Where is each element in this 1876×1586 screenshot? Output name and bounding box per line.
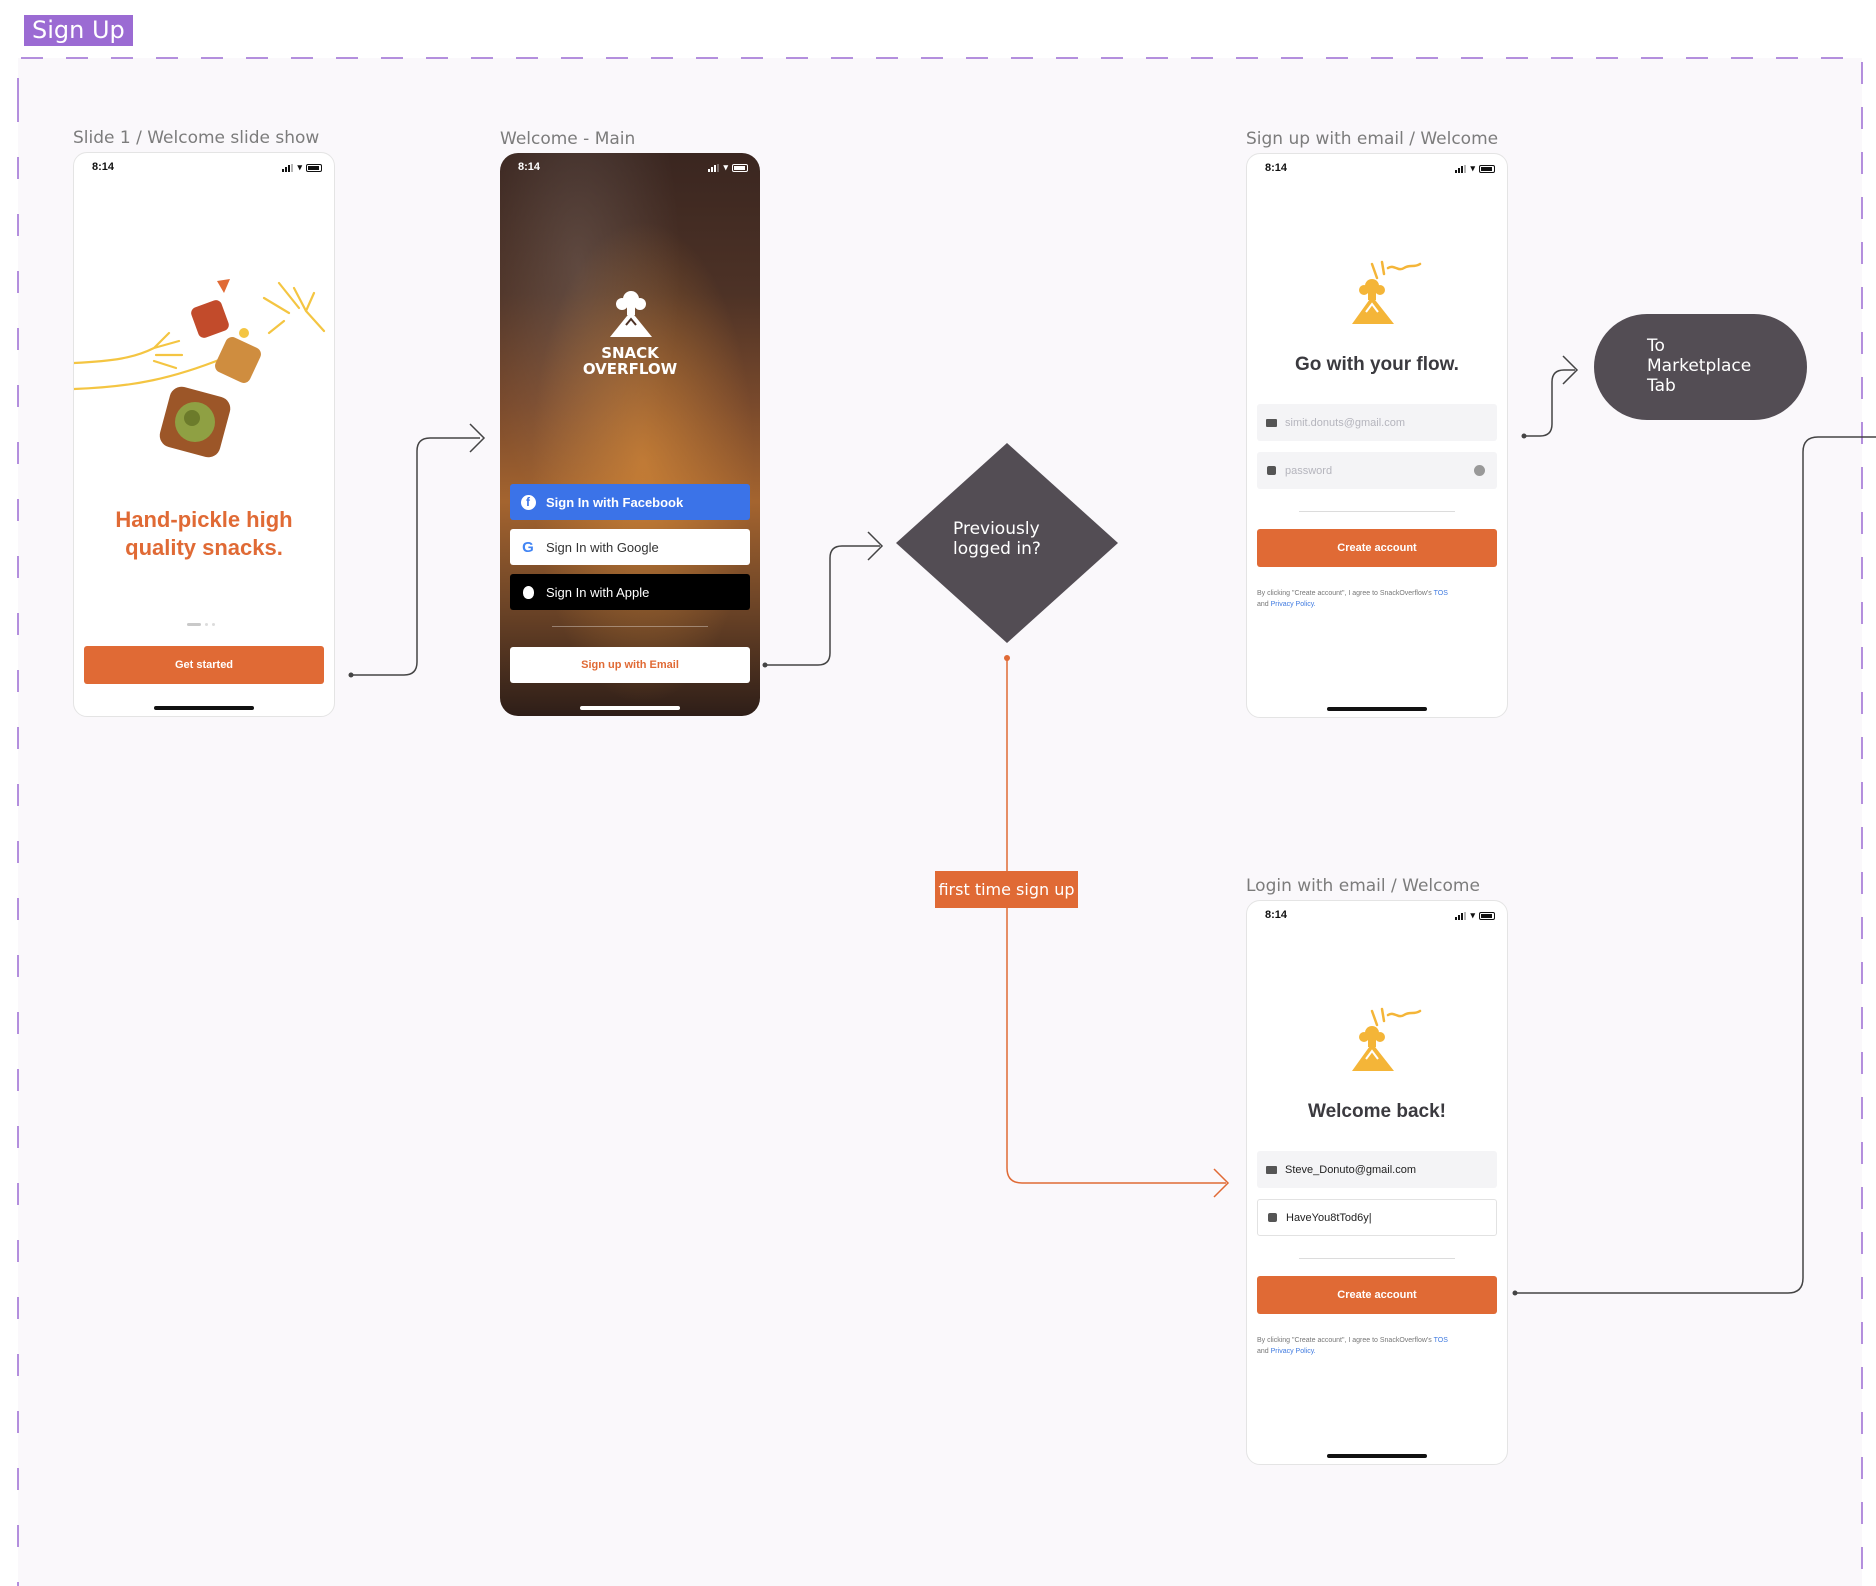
wifi-icon: ▾ xyxy=(1470,163,1475,173)
email-value: Steve_Donuto@gmail.com xyxy=(1285,1163,1417,1176)
signal-icon xyxy=(282,163,294,172)
password-placeholder: password xyxy=(1285,464,1333,477)
slide1-headline-line1: Hand-pickle high xyxy=(115,507,293,532)
google-signin-label: Sign In with Google xyxy=(546,539,659,555)
legal-and: and xyxy=(1257,601,1269,608)
password-field[interactable]: HaveYou8tTod6y| xyxy=(1257,1199,1497,1236)
decision-line1: Previously xyxy=(953,519,1040,539)
separator xyxy=(1299,511,1455,512)
home-indicator xyxy=(1327,1454,1427,1458)
status-time: 8:14 xyxy=(518,161,541,173)
facebook-signin-label: Sign In with Facebook xyxy=(546,494,684,510)
show-password-icon[interactable] xyxy=(1474,465,1485,476)
terminal-line2: Marketplace xyxy=(1647,356,1752,376)
signup-title: Go with your flow. xyxy=(1295,354,1459,375)
terminal-text: To Marketplace Tab xyxy=(1647,336,1751,396)
mail-icon xyxy=(1265,418,1277,427)
status-time: 8:14 xyxy=(92,161,115,173)
status-bar: 8:14 ▾ xyxy=(1247,154,1507,182)
terminal-line3: Tab xyxy=(1647,376,1676,396)
phone-login-email: 8:14 ▾ Welcome back! Steve_Donuto@gmail.… xyxy=(1246,900,1508,1465)
legal-text: By clicking "Create account", I agree to… xyxy=(1257,1335,1497,1357)
page-dot xyxy=(205,623,208,626)
brand-line1: SNACK xyxy=(601,344,659,362)
signal-icon xyxy=(708,163,720,172)
email-field[interactable]: simit.donuts@gmail.com xyxy=(1257,404,1497,441)
email-field[interactable]: Steve_Donuto@gmail.com xyxy=(1257,1151,1497,1188)
separator xyxy=(552,626,708,627)
email-placeholder: simit.donuts@gmail.com xyxy=(1285,416,1405,429)
terminal-line1: To xyxy=(1647,336,1665,356)
phone-slide1: 8:14 ▾ Hand-pickle high quality snacks. … xyxy=(73,152,335,717)
wifi-icon: ▾ xyxy=(297,162,302,172)
page-dot-active xyxy=(187,623,201,626)
volcano-logo-icon xyxy=(1352,1007,1422,1071)
battery-icon xyxy=(732,163,748,172)
slide1-headline: Hand-pickle high quality snacks. xyxy=(74,506,334,562)
separator xyxy=(1299,1258,1455,1259)
home-indicator xyxy=(580,706,680,710)
apple-signin-label: Sign In with Apple xyxy=(546,584,650,600)
password-value: HaveYou8tTod6y| xyxy=(1286,1211,1372,1224)
volcano-logo-icon xyxy=(610,291,652,337)
wifi-icon: ▾ xyxy=(1470,910,1475,920)
status-time: 8:14 xyxy=(1265,909,1288,921)
phone-welcome-main: 8:14 ▾ SNACK OVERFLOW f Sign In with Fac… xyxy=(500,153,760,716)
tos-link[interactable]: TOS xyxy=(1434,1337,1448,1344)
slide1-headline-line2: quality snacks. xyxy=(125,535,283,560)
lock-icon xyxy=(1267,1213,1277,1222)
phone-signup-email: 8:14 ▾ Go with your flow. simit.donuts@g… xyxy=(1246,153,1508,718)
snack-illustration xyxy=(74,279,326,458)
google-icon: G xyxy=(522,538,534,556)
login-title: Welcome back! xyxy=(1308,1101,1446,1122)
google-signin-button[interactable]: G Sign In with Google xyxy=(510,529,750,565)
get-started-button[interactable]: Get started xyxy=(84,646,324,684)
status-bar: 8:14 ▾ xyxy=(74,153,334,181)
signal-icon xyxy=(1455,164,1467,173)
battery-icon xyxy=(1479,911,1495,920)
legal-prefix: By clicking "Create account", I agree to… xyxy=(1257,1337,1432,1344)
create-account-button[interactable]: Create account xyxy=(1257,1276,1497,1314)
legal-prefix: By clicking "Create account", I agree to… xyxy=(1257,590,1432,597)
password-field[interactable]: password xyxy=(1257,452,1497,489)
legal-and: and xyxy=(1257,1348,1269,1355)
page-dot xyxy=(212,623,215,626)
apple-signin-button[interactable]: Sign In with Apple xyxy=(510,574,750,610)
branch-note: first time sign up xyxy=(935,871,1078,908)
volcano-logo-icon xyxy=(1352,260,1422,324)
battery-icon xyxy=(306,163,322,172)
brand-line2: OVERFLOW xyxy=(582,360,678,378)
status-bar: 8:14 ▾ xyxy=(1247,901,1507,929)
legal-text: By clicking "Create account", I agree to… xyxy=(1257,588,1497,610)
facebook-icon: f xyxy=(520,494,536,510)
privacy-link[interactable]: Privacy Policy. xyxy=(1271,1348,1316,1355)
signal-icon xyxy=(1455,911,1467,920)
status-bar: 8:14 ▾ xyxy=(500,153,760,181)
create-account-button[interactable]: Create account xyxy=(1257,529,1497,567)
background-photo xyxy=(500,153,760,716)
privacy-link[interactable]: Privacy Policy. xyxy=(1271,601,1316,608)
decision-line2: logged in? xyxy=(953,539,1041,559)
apple-icon xyxy=(522,585,534,599)
home-indicator xyxy=(154,706,254,710)
wifi-icon: ▾ xyxy=(723,162,728,172)
lock-icon xyxy=(1266,466,1276,475)
brand-logo: SNACK OVERFLOW xyxy=(500,345,760,377)
decision-text: Previously logged in? xyxy=(953,519,1041,559)
mail-icon xyxy=(1265,1165,1277,1174)
battery-icon xyxy=(1479,164,1495,173)
home-indicator xyxy=(1327,707,1427,711)
page-indicator xyxy=(187,623,215,626)
facebook-signin-button[interactable]: f Sign In with Facebook xyxy=(510,484,750,520)
tos-link[interactable]: TOS xyxy=(1434,590,1448,597)
status-time: 8:14 xyxy=(1265,162,1288,174)
email-signup-button[interactable]: Sign up with Email xyxy=(510,647,750,683)
